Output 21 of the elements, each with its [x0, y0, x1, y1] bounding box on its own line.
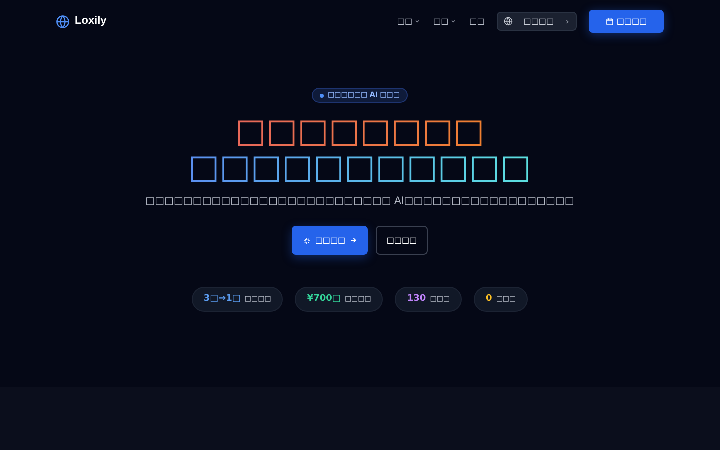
stat-value: 130 [407, 292, 426, 306]
arrow-right-icon [350, 237, 357, 244]
nav-link[interactable]: □□ [470, 16, 485, 28]
chevron-right-icon [565, 18, 570, 24]
language-button[interactable]: □□□□ [496, 12, 577, 31]
calendar-icon [606, 18, 614, 26]
stat-value: 3□→1□ [204, 292, 241, 306]
brand-name[interactable]: Loxily [75, 13, 107, 30]
subtitle: □□□□□□□□□□□□□□□□□□□□□□□□□□ AI□□□□□□□□□□□□□□□□□□ [146, 195, 574, 209]
primary-button[interactable]: □□□□ [292, 226, 368, 255]
nav-link[interactable]: □□ [434, 16, 456, 28]
sparkle-icon [303, 236, 312, 244]
stat-value: ¥700□ [307, 292, 341, 306]
globe-icon [56, 14, 70, 28]
header-cta-button[interactable]: □□□□ [589, 10, 664, 33]
nav-link[interactable]: □□ [397, 16, 420, 28]
secondary-button[interactable]: □□□□ [376, 226, 428, 255]
globe-icon [504, 17, 513, 26]
chevron-down-icon [450, 19, 456, 24]
stat-value: 0 [486, 292, 492, 306]
chevron-down-icon [414, 19, 420, 24]
